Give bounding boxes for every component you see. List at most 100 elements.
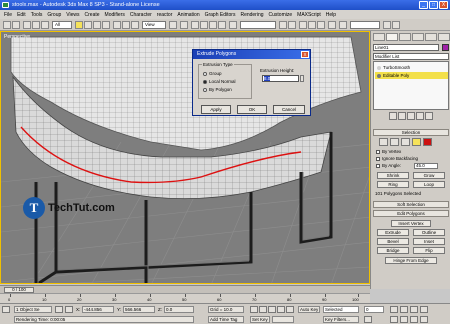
radio-button-selected[interactable] [203,79,207,84]
z-coordinate-field[interactable]: 0.0 [164,306,194,313]
manipulate-icon[interactable] [180,21,188,29]
layer-manager-icon[interactable] [299,21,307,29]
zoom-icon[interactable] [390,306,398,313]
rectangular-selection-icon[interactable] [93,21,101,29]
menu-rendering[interactable]: Rendering [240,12,263,18]
angle-value-field[interactable]: 45.0 [414,163,438,169]
bulb-icon[interactable] [377,74,381,78]
select-by-name-icon[interactable] [84,21,92,29]
dialog-title[interactable]: Extrude Polygons [193,50,310,59]
menu-graph-editors[interactable]: Graph Editors [205,12,236,18]
arc-rotate-icon[interactable] [410,316,418,323]
tab-motion[interactable] [412,33,424,41]
menu-edit[interactable]: Edit [17,12,26,18]
menu-file[interactable]: File [4,12,12,18]
ok-button[interactable]: OK [237,105,267,114]
shrink-button[interactable]: Shrink [377,172,409,179]
next-frame-icon[interactable] [277,306,285,313]
hinge-from-edge-button[interactable]: Hinge From Edge [385,257,437,264]
time-configuration-icon[interactable] [364,316,372,323]
render-type-dropdown[interactable] [350,21,380,29]
window-crossing-icon[interactable] [102,21,110,29]
soft-selection-rollout-header[interactable]: Soft Selection [373,201,449,208]
cancel-button[interactable]: Cancel [273,105,305,114]
select-scale-icon[interactable] [131,21,139,29]
schematic-view-icon[interactable] [317,21,325,29]
make-unique-icon[interactable] [407,112,415,120]
by-angle-checkbox[interactable]: By Angle: [376,163,401,168]
key-set-dropdown[interactable]: Selected [323,306,359,313]
track-bar[interactable]: 0 10 20 30 40 50 60 70 80 90 100 [0,293,370,303]
extrusion-height-spinner[interactable] [300,75,304,82]
previous-frame-icon[interactable] [259,306,267,313]
outline-button[interactable]: Outline [413,229,445,236]
perspective-viewport[interactable]: Perspective T TechTut.com [0,31,370,284]
menu-views[interactable]: Views [66,12,79,18]
checkbox-box[interactable] [376,149,380,154]
key-mode-icon[interactable] [272,316,294,323]
loop-button[interactable]: Loop [413,181,445,188]
maxscript-listener-icon[interactable] [2,306,10,313]
current-frame-field[interactable]: 0 [364,306,384,313]
render-scene-icon[interactable] [339,21,347,29]
stack-item-editable-poly[interactable]: Editable Poly [375,72,448,79]
zoom-extents-icon[interactable] [410,306,418,313]
select-move-icon[interactable] [113,21,121,29]
absolute-mode-icon[interactable] [65,306,73,313]
auto-key-button[interactable]: Auto Key [298,306,320,313]
bevel-button[interactable]: Bevel [377,238,409,245]
menu-tools[interactable]: Tools [31,12,43,18]
by-vertex-checkbox[interactable]: By Vertex [376,149,401,154]
dialog-close-button[interactable]: X [301,51,309,58]
pan-view-icon[interactable] [400,316,408,323]
tab-utilities[interactable] [438,33,450,41]
mirror-icon[interactable] [279,21,287,29]
go-to-end-icon[interactable] [286,306,294,313]
inset-button[interactable]: Inset [413,238,445,245]
edge-level-icon[interactable] [390,138,399,146]
select-rotate-icon[interactable] [122,21,130,29]
selection-filter-dropdown[interactable]: All [52,21,72,29]
bridge-button[interactable]: Bridge [377,247,409,254]
viewport-label[interactable]: Perspective [4,34,30,40]
align-icon[interactable] [288,21,296,29]
zoom-extents-all-icon[interactable] [420,306,428,313]
tab-create[interactable] [373,33,385,41]
stack-item-turbosmooth[interactable]: TurboSmooth [375,64,448,71]
grow-button[interactable]: Grow [413,172,445,179]
extrusion-height-input[interactable]: 8.0 [262,75,299,82]
tab-display[interactable] [425,33,437,41]
checkbox-box[interactable] [376,163,380,168]
undo-icon[interactable] [3,21,11,29]
flip-button[interactable]: Flip [413,247,445,254]
bulb-icon[interactable] [377,66,381,70]
ignore-backfacing-checkbox[interactable]: Ignore Backfacing [376,156,418,161]
border-level-icon[interactable] [401,138,410,146]
snap-toggle-icon[interactable] [191,21,199,29]
reference-coord-dropdown[interactable]: View [142,21,166,29]
named-selection-sets-dropdown[interactable] [240,21,276,29]
insert-vertex-button[interactable]: Insert Vertex [391,220,431,227]
link-icon[interactable] [23,21,31,29]
angle-snap-icon[interactable] [200,21,208,29]
close-button[interactable]: X [439,1,448,9]
pivot-center-icon[interactable] [169,21,177,29]
object-name-field[interactable]: Line01 [373,44,439,51]
add-time-tag-button[interactable]: Add Time Tag [208,316,244,323]
zoom-all-icon[interactable] [400,306,408,313]
menu-customize[interactable]: Customize [269,12,293,18]
percent-snap-icon[interactable] [209,21,217,29]
ring-button[interactable]: Ring [377,181,409,188]
x-coordinate-field[interactable]: -444.856 [82,306,114,313]
unlink-icon[interactable] [32,21,40,29]
curve-editor-icon[interactable] [308,21,316,29]
menu-character[interactable]: Character [130,12,152,18]
object-color-swatch[interactable] [442,44,449,51]
radio-button[interactable] [203,87,207,92]
vertex-level-icon[interactable] [379,138,388,146]
selection-rollout-header[interactable]: Selection [373,129,449,136]
configure-modifier-sets-icon[interactable] [425,112,433,120]
menu-modifiers[interactable]: Modifiers [105,12,125,18]
element-level-icon[interactable] [423,138,432,146]
radio-local-normal[interactable]: Local Normal [203,79,236,84]
